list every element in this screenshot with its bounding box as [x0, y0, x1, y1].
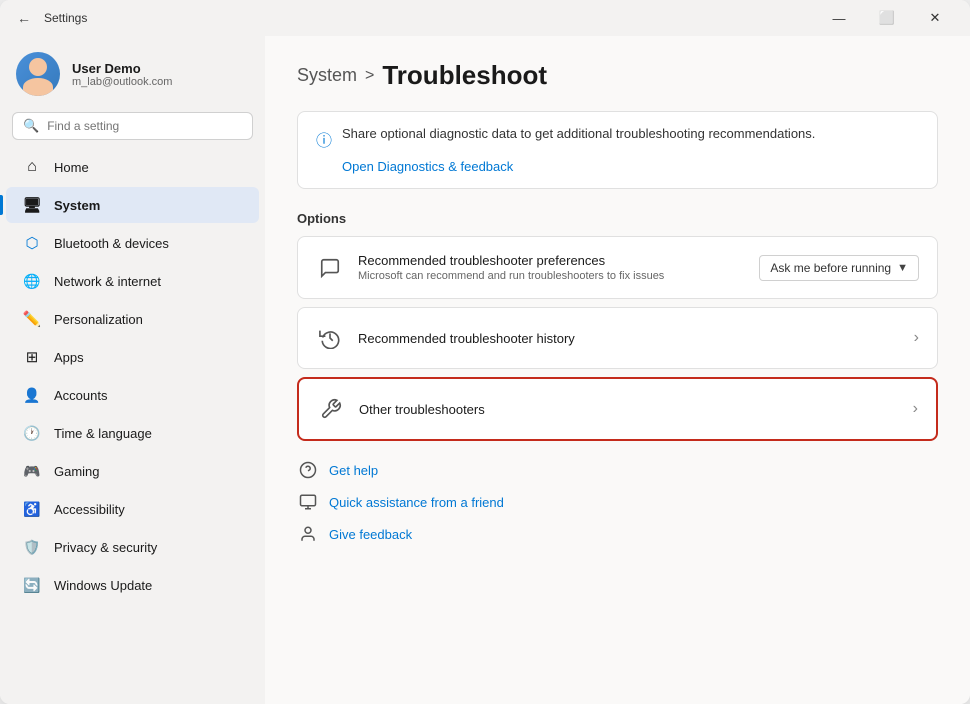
- sidebar: User Demo m_lab@outlook.com 🔍 Home 🖥 Sys…: [0, 36, 265, 704]
- sidebar-item-label: Bluetooth & devices: [54, 236, 169, 251]
- search-icon: 🔍: [23, 118, 39, 134]
- sidebar-item-personalization[interactable]: ✏️ Personalization: [6, 301, 259, 337]
- chevron-right-icon: ›: [913, 400, 918, 418]
- chevron-right-icon: ›: [914, 329, 919, 347]
- quick-assist-icon: [297, 491, 319, 513]
- feedback-icon: [297, 523, 319, 545]
- get-help-row[interactable]: Get help: [297, 459, 938, 481]
- wrench-icon: [317, 395, 345, 423]
- bluetooth-icon: ⬡: [22, 233, 42, 253]
- window-controls: — ⬜ ✕: [816, 2, 958, 34]
- search-input[interactable]: [47, 119, 242, 133]
- info-icon: ⓘ: [316, 127, 332, 151]
- sidebar-item-label: Personalization: [54, 312, 143, 327]
- option-control: ›: [913, 400, 918, 418]
- troubleshooter-dropdown[interactable]: Ask me before running ▼: [759, 255, 919, 281]
- sidebar-item-label: Gaming: [54, 464, 100, 479]
- sidebar-item-label: Network & internet: [54, 274, 161, 289]
- quick-assist-label[interactable]: Quick assistance from a friend: [329, 495, 504, 510]
- maximize-button[interactable]: ⬜: [864, 2, 910, 34]
- title-bar-left: ← Settings: [12, 6, 816, 30]
- personalization-icon: ✏️: [22, 309, 42, 329]
- breadcrumb-current: Troubleshoot: [382, 60, 547, 91]
- sidebar-item-bluetooth[interactable]: ⬡ Bluetooth & devices: [6, 225, 259, 261]
- gaming-icon: 🎮: [22, 461, 42, 481]
- user-email: m_lab@outlook.com: [72, 76, 249, 88]
- sidebar-item-label: Privacy & security: [54, 540, 157, 555]
- sidebar-item-accessibility[interactable]: ♿ Accessibility: [6, 491, 259, 527]
- privacy-icon: 🛡️: [22, 537, 42, 557]
- close-button[interactable]: ✕: [912, 2, 958, 34]
- option-control: ›: [914, 329, 919, 347]
- get-help-label[interactable]: Get help: [329, 463, 378, 478]
- sidebar-item-privacy[interactable]: 🛡️ Privacy & security: [6, 529, 259, 565]
- quick-assist-row[interactable]: Quick assistance from a friend: [297, 491, 938, 513]
- option-recommended-history[interactable]: Recommended troubleshooter history ›: [297, 307, 938, 369]
- sidebar-item-label: System: [54, 198, 100, 213]
- main-content: System > Troubleshoot ⓘ Share optional d…: [265, 36, 970, 704]
- sidebar-item-label: Accounts: [54, 388, 107, 403]
- info-banner: ⓘ Share optional diagnostic data to get …: [297, 111, 938, 189]
- option-card-text: Recommended troubleshooter history: [358, 331, 914, 346]
- time-icon: 🕐: [22, 423, 42, 443]
- sidebar-item-update[interactable]: 🔄 Windows Update: [6, 567, 259, 603]
- feedback-label[interactable]: Give feedback: [329, 527, 412, 542]
- info-banner-text: Share optional diagnostic data to get ad…: [342, 126, 815, 141]
- breadcrumb-separator: >: [365, 67, 374, 85]
- avatar-body: [23, 78, 53, 96]
- accessibility-icon: ♿: [22, 499, 42, 519]
- option-card-text: Other troubleshooters: [359, 402, 913, 417]
- sidebar-item-label: Accessibility: [54, 502, 125, 517]
- help-links: Get help Quick assistance from a friend: [297, 459, 938, 545]
- option-other-troubleshooters[interactable]: Other troubleshooters ›: [297, 377, 938, 441]
- option-title: Other troubleshooters: [359, 402, 913, 417]
- history-icon: [316, 324, 344, 352]
- option-title: Recommended troubleshooter history: [358, 331, 914, 346]
- sidebar-item-gaming[interactable]: 🎮 Gaming: [6, 453, 259, 489]
- sidebar-item-home[interactable]: Home: [6, 149, 259, 185]
- back-button[interactable]: ←: [12, 6, 36, 30]
- feedback-row[interactable]: Give feedback: [297, 523, 938, 545]
- search-box[interactable]: 🔍: [12, 112, 253, 140]
- option-control: Ask me before running ▼: [759, 255, 919, 281]
- sidebar-item-network[interactable]: 🌐 Network & internet: [6, 263, 259, 299]
- sidebar-item-label: Home: [54, 160, 89, 175]
- settings-window: ← Settings — ⬜ ✕ User Demo m_lab@outlook…: [0, 0, 970, 704]
- dropdown-value: Ask me before running: [770, 261, 891, 275]
- sidebar-item-system[interactable]: 🖥 System: [6, 187, 259, 223]
- option-title: Recommended troubleshooter preferences: [358, 253, 759, 268]
- info-banner-row: ⓘ Share optional diagnostic data to get …: [316, 126, 919, 151]
- option-card-text: Recommended troubleshooter preferences M…: [358, 253, 759, 282]
- chat-icon: [316, 254, 344, 282]
- sidebar-item-label: Windows Update: [54, 578, 152, 593]
- sidebar-item-time[interactable]: 🕐 Time & language: [6, 415, 259, 451]
- user-info: User Demo m_lab@outlook.com: [72, 61, 249, 88]
- network-icon: 🌐: [22, 271, 42, 291]
- chevron-down-icon: ▼: [897, 262, 908, 274]
- apps-icon: ⊞: [22, 347, 42, 367]
- main-layout: User Demo m_lab@outlook.com 🔍 Home 🖥 Sys…: [0, 36, 970, 704]
- option-recommended-prefs[interactable]: Recommended troubleshooter preferences M…: [297, 236, 938, 299]
- update-icon: 🔄: [22, 575, 42, 595]
- sidebar-item-label: Time & language: [54, 426, 152, 441]
- home-icon: [22, 157, 42, 177]
- diagnostics-link[interactable]: Open Diagnostics & feedback: [342, 159, 919, 174]
- minimize-button[interactable]: —: [816, 2, 862, 34]
- sidebar-item-accounts[interactable]: 👤 Accounts: [6, 377, 259, 413]
- avatar-head: [29, 58, 47, 76]
- sidebar-item-apps[interactable]: ⊞ Apps: [6, 339, 259, 375]
- user-profile[interactable]: User Demo m_lab@outlook.com: [0, 36, 265, 108]
- system-icon: 🖥: [22, 195, 42, 215]
- get-help-icon: [297, 459, 319, 481]
- accounts-icon: 👤: [22, 385, 42, 405]
- option-subtitle: Microsoft can recommend and run troubles…: [358, 270, 759, 282]
- user-name: User Demo: [72, 61, 249, 76]
- options-label: Options: [297, 211, 938, 226]
- breadcrumb-system: System: [297, 65, 357, 86]
- breadcrumb: System > Troubleshoot: [297, 60, 938, 91]
- sidebar-item-label: Apps: [54, 350, 84, 365]
- title-bar: ← Settings — ⬜ ✕: [0, 0, 970, 36]
- window-title: Settings: [44, 11, 87, 25]
- avatar: [16, 52, 60, 96]
